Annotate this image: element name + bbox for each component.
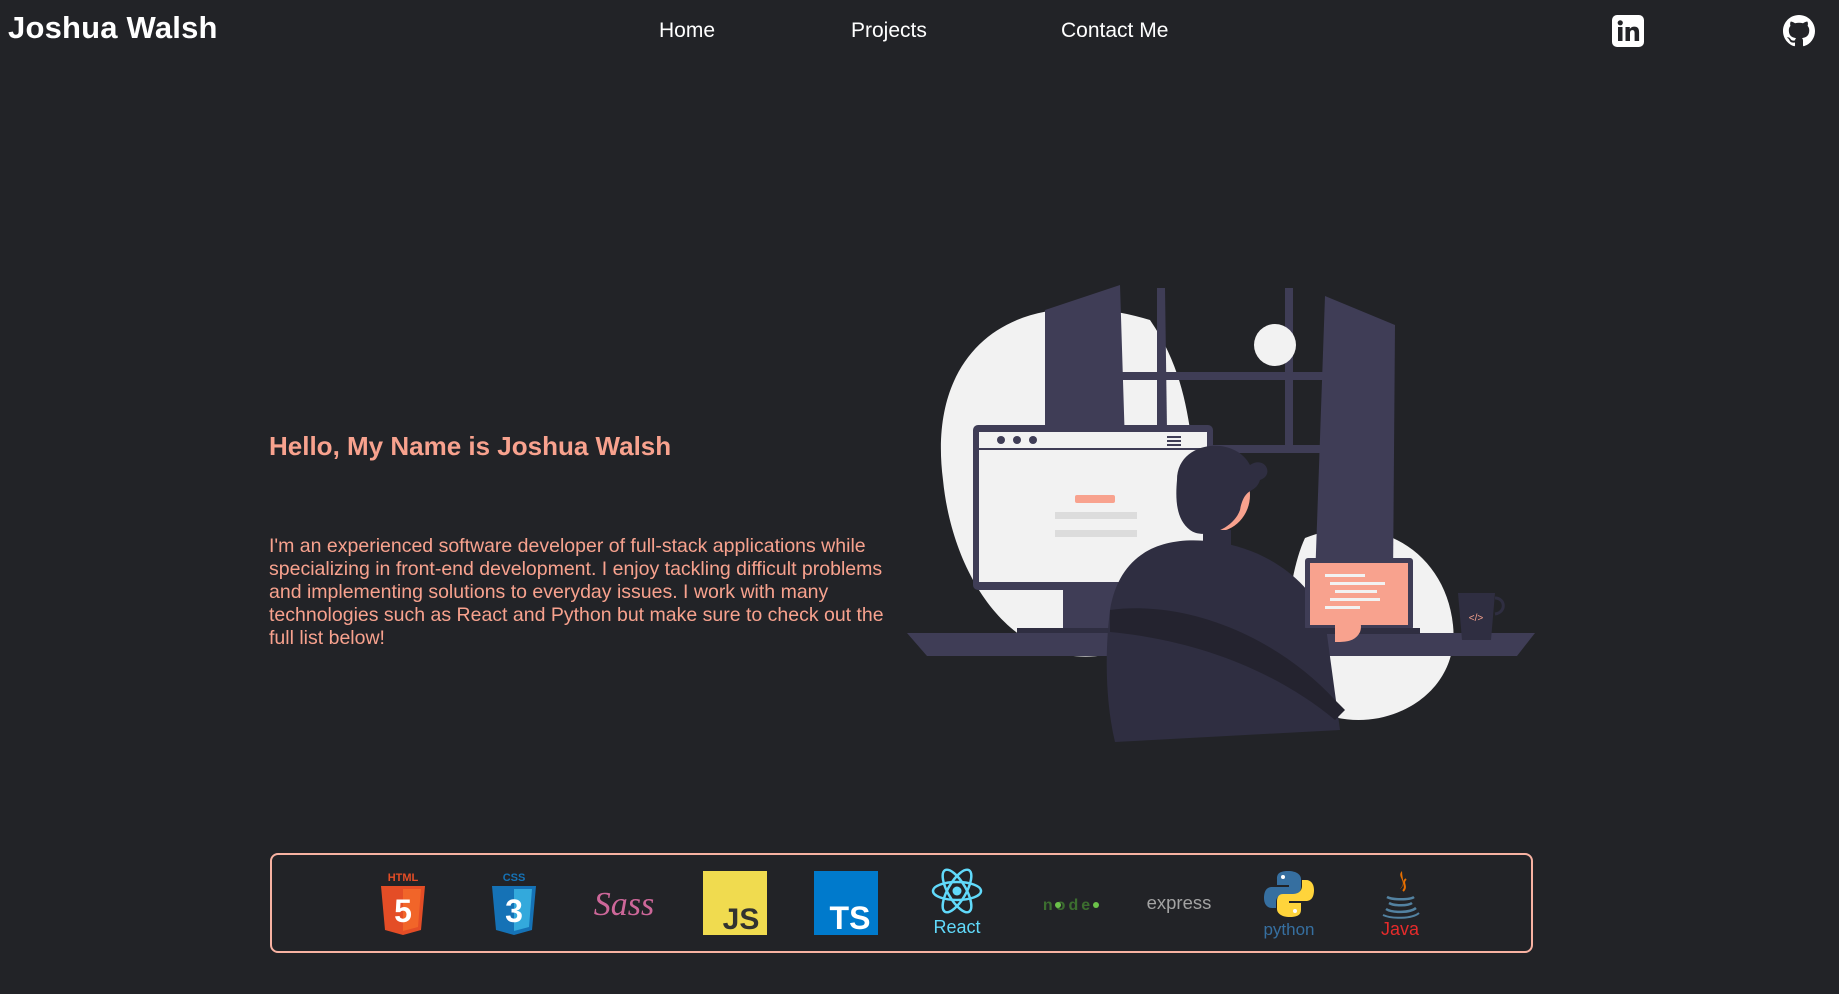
svg-text:Java: Java: [1381, 919, 1420, 939]
nav-home[interactable]: Home: [659, 19, 715, 43]
svg-text:TS: TS: [830, 900, 871, 935]
site-logo[interactable]: Joshua Walsh: [8, 10, 218, 46]
hero-intro: I'm an experienced software developer of…: [269, 535, 884, 649]
python-icon: python: [1254, 867, 1324, 939]
linkedin-icon[interactable]: [1612, 15, 1644, 47]
svg-text:JS: JS: [723, 903, 760, 935]
mug-code-text: </>: [1469, 613, 1484, 624]
svg-text:3: 3: [505, 893, 523, 929]
react-icon: React: [922, 867, 992, 939]
svg-text:node: node: [1043, 897, 1093, 914]
svg-text:HTML: HTML: [388, 872, 419, 884]
nav-contact-me[interactable]: Contact Me: [1061, 19, 1168, 43]
tech-stack-panel: HTML 5 CSS 3 Sass JS TS React node expre…: [270, 853, 1533, 953]
javascript-icon: JS: [700, 867, 770, 939]
svg-text:Sass: Sass: [594, 886, 654, 923]
svg-text:python: python: [1264, 920, 1315, 939]
svg-text:5: 5: [394, 893, 412, 929]
java-icon: Java: [1365, 867, 1435, 939]
nodejs-icon: node: [1033, 867, 1103, 939]
sass-icon: Sass: [589, 867, 659, 939]
html5-icon: HTML 5: [368, 867, 438, 939]
github-icon[interactable]: [1783, 15, 1815, 47]
svg-text:express: express: [1146, 892, 1211, 913]
svg-text:React: React: [933, 917, 980, 937]
developer-at-desk-illustration: </>: [905, 280, 1540, 750]
svg-text:CSS: CSS: [502, 872, 525, 884]
css3-icon: CSS 3: [479, 867, 549, 939]
hero-greeting: Hello, My Name is Joshua Walsh: [269, 431, 672, 461]
typescript-icon: TS: [811, 867, 881, 939]
express-icon: express: [1144, 867, 1214, 939]
nav-projects[interactable]: Projects: [851, 19, 927, 43]
